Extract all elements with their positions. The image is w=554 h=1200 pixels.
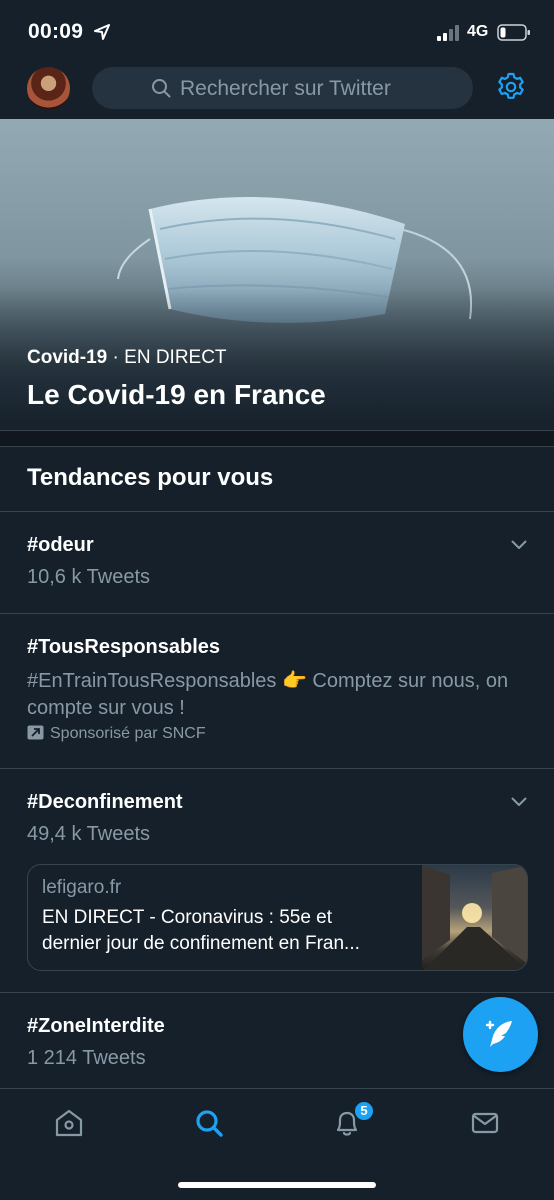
hero-event-card[interactable]: Covid-19 · EN DIRECT Le Covid-19 en Fran…: [0, 119, 554, 430]
hero-topic: Covid-19: [27, 347, 108, 368]
home-icon[interactable]: [53, 1107, 85, 1139]
search-input[interactable]: Rechercher sur Twitter: [92, 67, 473, 109]
news-card[interactable]: lefigaro.fr EN DIRECT - Coronavirus : 55…: [27, 864, 528, 971]
network-type: 4G: [467, 23, 489, 40]
divider: [0, 511, 554, 512]
mail-icon[interactable]: [469, 1107, 501, 1139]
street-sunset-image: [422, 865, 527, 970]
hero-status: EN DIRECT: [124, 347, 227, 368]
news-thumbnail: [422, 865, 527, 970]
news-source: lefigaro.fr: [42, 877, 122, 898]
search-icon: [152, 79, 171, 98]
status-bar: 00:09 4G: [0, 0, 554, 64]
trend-tag[interactable]: #Deconfinement: [27, 791, 183, 814]
news-headline-line: dernier jour de confinement en Fran...: [42, 933, 360, 954]
divider: [0, 768, 554, 769]
divider: [0, 613, 554, 614]
home-indicator[interactable]: [178, 1182, 376, 1188]
sponsor-text: Sponsorisé par SNCF: [50, 725, 206, 742]
explore-header: Rechercher sur Twitter: [0, 64, 554, 118]
hero-title: Le Covid-19 en France: [27, 379, 326, 410]
hero-separator: ·: [107, 347, 125, 368]
news-headline: EN DIRECT - Coronavirus : 55e et dernier…: [42, 905, 412, 957]
explore-icon[interactable]: [193, 1107, 225, 1139]
promoted-icon: [27, 725, 44, 740]
trends-section-title: Tendances pour vous: [27, 464, 274, 491]
signal-icon: [437, 25, 459, 41]
promoted-label: Sponsorisé par SNCF: [27, 725, 206, 743]
trend-tag[interactable]: #TousResponsables: [27, 636, 220, 659]
trend-tag[interactable]: #odeur: [27, 534, 94, 557]
chevron-down-icon[interactable]: [511, 797, 527, 807]
chevron-down-icon[interactable]: [511, 540, 527, 550]
trend-tweet-count: 49,4 k Tweets: [27, 823, 151, 845]
notifications-badge: 5: [353, 1100, 375, 1122]
promoted-description: #EnTrainTousResponsables 👉 Comptez sur n…: [27, 670, 509, 719]
trend-tag[interactable]: #ZoneInterdite: [27, 1015, 165, 1038]
location-arrow-icon: [94, 24, 110, 40]
divider: [0, 992, 554, 993]
section-divider: [0, 430, 554, 447]
battery-icon: [497, 24, 530, 41]
gear-icon[interactable]: [495, 71, 527, 103]
status-time: 00:09: [28, 20, 84, 43]
trend-tweet-count: 10,6 k Tweets: [27, 566, 151, 588]
search-placeholder: Rechercher sur Twitter: [180, 77, 391, 100]
news-headline-line: EN DIRECT - Coronavirus : 55e et: [42, 907, 333, 928]
avatar[interactable]: [27, 67, 70, 110]
trend-tweet-count: 1 214 Tweets: [27, 1047, 146, 1069]
compose-tweet-icon: [485, 1020, 512, 1047]
hero-meta: Covid-19 · EN DIRECT: [27, 347, 227, 369]
compose-tweet-button[interactable]: [463, 997, 538, 1072]
